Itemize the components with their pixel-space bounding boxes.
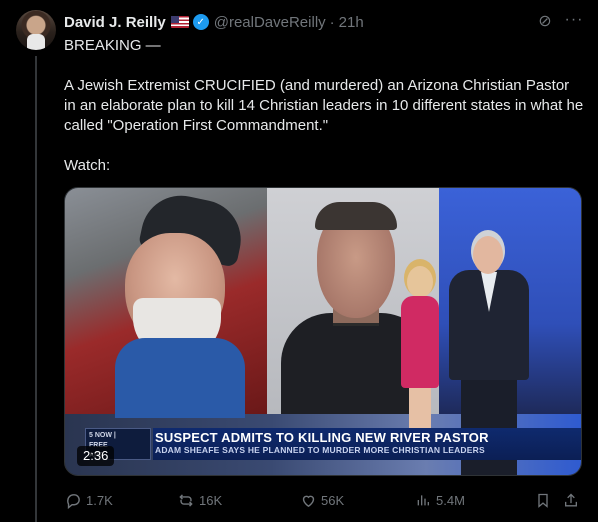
suspect-hair bbox=[315, 202, 397, 230]
repost-button[interactable]: 16K bbox=[177, 490, 222, 510]
post-header: David J. Reilly ✓ @realDaveReilly · 21h … bbox=[64, 12, 584, 32]
lower-third-subtitle: ADAM SHEAFE SAYS HE PLANNED TO MURDER MO… bbox=[155, 445, 485, 455]
us-flag-icon bbox=[170, 16, 189, 28]
post-timestamp[interactable]: 21h bbox=[339, 14, 364, 31]
victim-photo bbox=[65, 188, 267, 418]
repost-count: 16K bbox=[199, 492, 223, 508]
news-lower-third: 5 NOW | FREE APP SUSPECT ADMITS TO KILLI… bbox=[65, 428, 581, 460]
reply-count: 1.7K bbox=[86, 492, 113, 508]
views-button[interactable]: 5.4M bbox=[414, 490, 465, 510]
views-chart-icon bbox=[414, 491, 432, 509]
video-player[interactable]: 5 NOW | FREE APP SUSPECT ADMITS TO KILLI… bbox=[64, 187, 582, 476]
anchor-woman-head bbox=[407, 266, 433, 298]
author-name[interactable]: David J. Reilly bbox=[64, 14, 166, 31]
victim-jacket bbox=[115, 338, 245, 418]
avatar[interactable] bbox=[16, 10, 56, 50]
grok-icon[interactable]: ⊘ bbox=[536, 13, 554, 31]
action-bar: 1.7K 16K 56K 5.4M bbox=[64, 490, 584, 510]
heart-icon bbox=[299, 491, 317, 509]
post-text: BREAKING — A Jewish Extremist CRUCIFIED … bbox=[64, 37, 584, 174]
thread-line bbox=[35, 56, 37, 522]
anchor-woman-dress bbox=[401, 296, 439, 388]
like-count: 56K bbox=[321, 492, 345, 508]
share-button[interactable] bbox=[562, 490, 584, 510]
lower-third-title: SUSPECT ADMITS TO KILLING NEW RIVER PAST… bbox=[155, 430, 489, 445]
like-button[interactable]: 56K bbox=[299, 490, 344, 510]
separator-dot: · bbox=[329, 13, 335, 31]
reply-icon bbox=[64, 491, 82, 509]
bookmark-button[interactable] bbox=[534, 490, 556, 510]
bookmark-icon bbox=[534, 491, 552, 509]
anchor-man-head bbox=[473, 236, 503, 274]
verified-badge-icon[interactable]: ✓ bbox=[192, 14, 209, 30]
more-options-icon[interactable]: ··· bbox=[564, 12, 584, 32]
author-handle[interactable]: @realDaveReilly bbox=[214, 14, 326, 31]
repost-icon bbox=[177, 491, 195, 509]
reply-button[interactable]: 1.7K bbox=[64, 490, 113, 510]
video-duration: 2:36 bbox=[77, 446, 115, 466]
views-count: 5.4M bbox=[436, 492, 465, 508]
share-icon bbox=[562, 491, 580, 509]
